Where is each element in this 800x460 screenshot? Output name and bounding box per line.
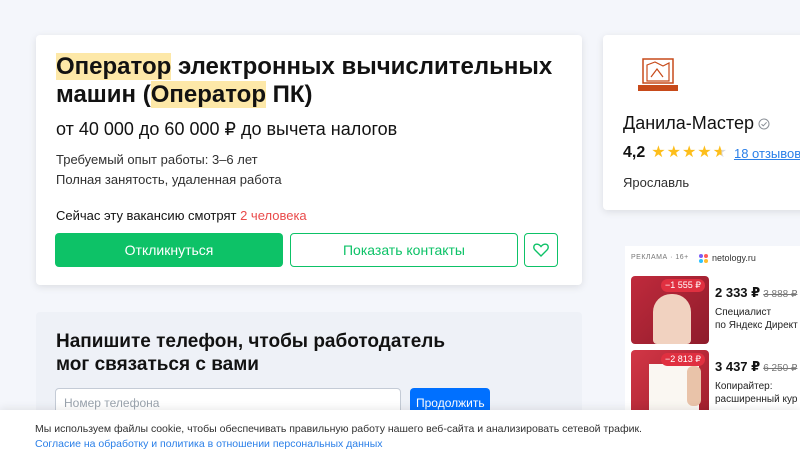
favorite-button[interactable]	[524, 233, 558, 267]
vacancy-experience: Требуемый опыт работы: 3–6 лет	[56, 152, 258, 167]
ad-description[interactable]: Копирайтер: расширенный кур	[715, 380, 797, 406]
ad-discount: −2 813 ₽	[660, 353, 705, 366]
show-contacts-button[interactable]: Показать контакты	[290, 233, 518, 267]
rating-stars: ★ ★ ★ ★ ★	[651, 145, 728, 161]
title-highlight: Оператор	[150, 81, 266, 108]
star-icon: ★	[681, 144, 697, 161]
privacy-policy-link[interactable]: Согласие на обработку и политика в отнош…	[35, 438, 383, 450]
star-icon: ★	[666, 144, 681, 161]
verified-icon	[758, 113, 770, 135]
rating-value: 4,2	[623, 144, 646, 161]
cookie-banner: Мы используем файлы cookie, чтобы обеспе…	[0, 410, 800, 460]
vacancy-salary: от 40 000 до 60 000 ₽ до вычета налогов	[56, 119, 398, 139]
reviews-link[interactable]: 18 отзывов	[734, 146, 800, 161]
title-highlight: Оператор	[56, 53, 172, 80]
star-half-icon: ★	[712, 144, 727, 161]
ad-source[interactable]: netology.ru	[699, 253, 756, 263]
phone-form-title: Напишите телефон, чтобы работодатель мог…	[56, 331, 446, 375]
netology-icon	[699, 253, 708, 263]
ad-block: РЕКЛАМА · 16+ netology.ru −1 555 ₽ 2 333…	[625, 246, 800, 426]
vacancy-title: Оператор электронных вычислительных маши…	[56, 53, 553, 108]
ad-discount: −1 555 ₽	[660, 279, 705, 292]
ad-description[interactable]: Специалист по Яндекс Директ	[715, 306, 798, 332]
ad-price[interactable]: 2 333 ₽3 888 ₽	[715, 285, 797, 301]
company-rating: 4,2 ★ ★ ★ ★ ★ 18 отзывов	[623, 144, 800, 162]
phone-form-card: Напишите телефон, чтобы работодатель мог…	[36, 312, 582, 422]
ad-label: РЕКЛАМА · 16+	[631, 254, 689, 261]
star-icon: ★	[697, 144, 712, 161]
ad-item-image[interactable]: −2 813 ₽	[631, 350, 709, 418]
company-logo[interactable]	[637, 57, 679, 95]
ad-old-price: 6 250 ₽	[763, 363, 798, 374]
vacancy-card: Оператор электронных вычислительных маши…	[36, 35, 582, 285]
ad-price[interactable]: 3 437 ₽6 250 ₽	[715, 359, 797, 375]
ad-old-price: 3 888 ₽	[763, 289, 798, 300]
respond-button[interactable]: Откликнуться	[55, 233, 283, 267]
cookie-text: Мы используем файлы cookie, чтобы обеспе…	[35, 423, 642, 435]
heart-icon	[533, 243, 549, 257]
viewers-count: 2 человека	[240, 208, 307, 223]
vacancy-viewers: Сейчас эту вакансию смотрят 2 человека	[56, 208, 307, 223]
ad-item-image[interactable]: −1 555 ₽	[631, 276, 709, 344]
star-icon: ★	[651, 144, 666, 161]
company-city: Ярославль	[623, 175, 690, 190]
vacancy-employment: Полная занятость, удаленная работа	[56, 172, 282, 187]
company-name[interactable]: Данила-Мастер	[623, 112, 770, 135]
company-card: Данила-Мастер 4,2 ★ ★ ★ ★ ★ 18 отзывов Я…	[603, 35, 800, 210]
